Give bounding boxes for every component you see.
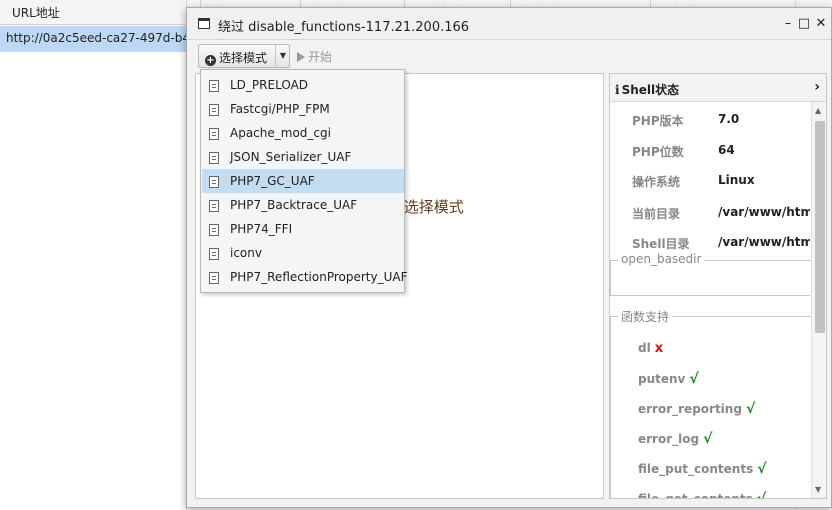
dialog-titlebar[interactable]: 绕过 disable_functions-117.21.200.166 – □ … bbox=[187, 8, 831, 40]
menu-item-php7-backtrace-uaf[interactable]: PHP7_Backtrace_UAF bbox=[202, 193, 404, 217]
info-label: PHP版本 bbox=[632, 114, 684, 128]
document-icon bbox=[209, 176, 219, 188]
menu-item-label: PHP7_ReflectionProperty_UAF bbox=[230, 270, 408, 284]
document-icon bbox=[209, 224, 219, 236]
minimize-icon[interactable]: – bbox=[781, 16, 795, 31]
select-mode-label: 选择模式 bbox=[219, 51, 268, 65]
check-icon: √ bbox=[757, 461, 767, 477]
shell-status-title: i Shell状态 bbox=[615, 81, 679, 98]
function-name: putenv bbox=[638, 372, 686, 386]
info-label: 当前目录 bbox=[632, 207, 681, 221]
menu-item-php7-gc-uaf[interactable]: PHP7_GC_UAF bbox=[202, 169, 404, 193]
document-icon bbox=[209, 272, 219, 284]
info-row-php-version: PHP版本 7.0 bbox=[610, 105, 810, 135]
maximize-icon[interactable]: □ bbox=[797, 16, 811, 31]
menu-item-fastcgi-php-fpm[interactable]: Fastcgi/PHP_FPM bbox=[202, 97, 404, 121]
function-row-file-put-contents: file_put_contents √ bbox=[638, 461, 767, 477]
function-name: file_get_contents bbox=[638, 492, 753, 498]
start-button[interactable]: 开始 bbox=[297, 48, 332, 65]
document-icon bbox=[209, 200, 219, 212]
column-header-url[interactable]: URL地址 bbox=[0, 0, 186, 25]
menu-item-php7-reflectionproperty-uaf[interactable]: PHP7_ReflectionProperty_UAF bbox=[202, 265, 408, 289]
function-row-dl: dl x bbox=[638, 341, 663, 356]
mode-dropdown-menu: LD_PRELOAD Fastcgi/PHP_FPM Apache_mod_cg… bbox=[200, 69, 408, 293]
menu-item-label: LD_PRELOAD bbox=[230, 78, 309, 92]
shell-status-content: PHP版本 7.0 PHP位数 64 操作系统 Linux 当前目录 /var/… bbox=[610, 102, 810, 498]
info-value: /var/www/htm bbox=[718, 205, 810, 219]
start-label: 开始 bbox=[308, 50, 333, 64]
shell-status-scrollbar[interactable]: ▲ ▼ bbox=[811, 102, 826, 498]
menu-item-label: PHP7_GC_UAF bbox=[230, 174, 315, 188]
info-icon: i bbox=[615, 83, 620, 97]
info-label: 操作系统 bbox=[632, 175, 681, 189]
chevron-down-icon[interactable]: ▼ bbox=[275, 45, 290, 67]
check-icon: √ bbox=[689, 371, 699, 387]
select-mode-split-button[interactable]: + 选择模式 ▼ bbox=[198, 44, 290, 68]
menu-item-label: PHP7_Backtrace_UAF bbox=[230, 198, 358, 212]
function-name: dl bbox=[638, 341, 651, 355]
menu-item-ld-preload[interactable]: LD_PRELOAD bbox=[202, 73, 404, 97]
shell-status-panel: i Shell状态 › PHP版本 7.0 PHP位数 64 操作系统 Linux… bbox=[609, 73, 827, 499]
function-name: file_put_contents bbox=[638, 462, 754, 476]
check-icon: √ bbox=[757, 491, 766, 498]
function-name: error_log bbox=[638, 432, 700, 446]
scroll-down-icon[interactable]: ▼ bbox=[815, 485, 821, 494]
info-value: 64 bbox=[718, 143, 735, 157]
info-label: PHP位数 bbox=[632, 145, 684, 159]
window-icon bbox=[198, 18, 210, 29]
menu-item-php74-ffi[interactable]: PHP74_FFI bbox=[202, 217, 404, 241]
cross-icon: x bbox=[654, 341, 664, 356]
select-mode-button[interactable]: + 选择模式 bbox=[199, 45, 275, 67]
menu-item-label: JSON_Serializer_UAF bbox=[230, 150, 352, 164]
menu-item-label: iconv bbox=[230, 246, 262, 260]
scrollbar-thumb[interactable] bbox=[815, 121, 825, 333]
menu-item-label: PHP74_FFI bbox=[230, 222, 293, 236]
document-icon bbox=[209, 128, 219, 140]
chevron-right-icon[interactable]: › bbox=[814, 79, 820, 95]
document-icon bbox=[209, 80, 219, 92]
function-row-file-get-contents: file_get_contents √ bbox=[638, 491, 766, 498]
menu-item-label: Apache_mod_cgi bbox=[230, 126, 331, 140]
shell-status-header[interactable]: i Shell状态 › bbox=[610, 74, 826, 102]
close-icon[interactable]: ✕ bbox=[814, 16, 828, 31]
play-icon bbox=[297, 52, 305, 62]
document-icon bbox=[209, 248, 219, 260]
menu-item-label: Fastcgi/PHP_FPM bbox=[230, 102, 330, 116]
check-icon: √ bbox=[745, 401, 756, 417]
document-icon bbox=[209, 152, 219, 164]
check-icon: √ bbox=[703, 431, 713, 447]
document-icon bbox=[209, 104, 219, 116]
info-value: 7.0 bbox=[718, 112, 740, 126]
info-row-php-bits: PHP位数 64 bbox=[610, 136, 810, 166]
function-row-putenv: putenv √ bbox=[638, 371, 699, 387]
info-label: Shell目录 bbox=[632, 237, 690, 251]
shell-status-label: Shell状态 bbox=[621, 83, 680, 97]
menu-item-apache-mod-cgi[interactable]: Apache_mod_cgi bbox=[202, 121, 404, 145]
function-row-error-reporting: error_reporting √ bbox=[638, 401, 755, 417]
dialog-title: 绕过 disable_functions-117.21.200.166 bbox=[218, 20, 470, 35]
open-basedir-box bbox=[610, 260, 810, 296]
menu-item-json-serializer-uaf[interactable]: JSON_Serializer_UAF bbox=[202, 145, 404, 169]
function-row-error-log: error_log √ bbox=[638, 431, 712, 447]
info-value: Linux bbox=[718, 173, 755, 187]
plus-circle-icon: + bbox=[205, 55, 216, 66]
info-row-current-dir: 当前目录 /var/www/htm bbox=[610, 198, 810, 228]
info-value: /var/www/htm bbox=[718, 235, 810, 249]
info-row-os: 操作系统 Linux bbox=[610, 166, 810, 196]
dialog-toolbar: + 选择模式 ▼ 开始 bbox=[187, 41, 831, 71]
menu-item-iconv[interactable]: iconv bbox=[202, 241, 404, 265]
url-cell: http://0a2c5eed-ca27-497d-b4c bbox=[6, 31, 192, 45]
function-name: error_reporting bbox=[638, 402, 742, 416]
scroll-up-icon[interactable]: ▲ bbox=[815, 106, 821, 115]
